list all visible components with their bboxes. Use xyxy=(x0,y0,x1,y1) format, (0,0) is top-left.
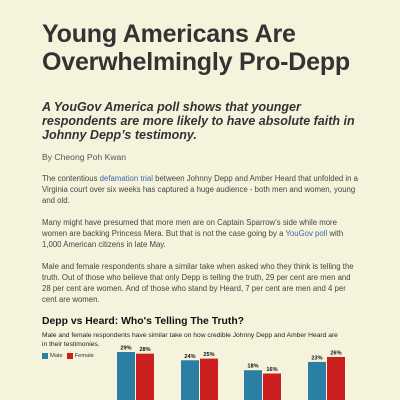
bar-chart-svg: 29% 24% 18% 23% 28% 25% 16% 26% xyxy=(117,346,345,400)
bar-female-1[interactable] xyxy=(136,353,154,400)
bar-label-female-4: 26% xyxy=(330,350,341,356)
defamation-trial-link[interactable]: defamation trial xyxy=(100,174,153,183)
paragraph-presumption: Many might have presumed that more men a… xyxy=(42,217,358,250)
chart-title: Depp vs Heard: Who's Telling The Truth? xyxy=(42,316,245,327)
bar-male-1[interactable] xyxy=(117,352,135,400)
bar-female-2[interactable] xyxy=(200,358,218,400)
bar-label-male-1: 29% xyxy=(120,346,131,352)
bar-chart: 29% 24% 18% 23% 28% 25% 16% 26% xyxy=(0,330,400,400)
bar-male-2[interactable] xyxy=(181,360,199,400)
paragraph-findings: Male and female respondents share a simi… xyxy=(42,262,354,304)
bar-female-4[interactable] xyxy=(327,356,345,400)
bar-label-male-4: 23% xyxy=(311,355,322,361)
article-headline: Young Americans Are Overwhelmingly Pro-D… xyxy=(42,20,350,76)
bar-label-female-2: 25% xyxy=(203,352,214,358)
bar-male-3[interactable] xyxy=(244,370,262,400)
article-subheadline: A YouGov America poll shows that younger… xyxy=(42,100,355,142)
bar-label-female-1: 28% xyxy=(139,347,150,353)
bar-male-4[interactable] xyxy=(308,361,326,400)
paragraph-intro: The contentious defamation trial between… xyxy=(42,173,358,206)
yougov-poll-link[interactable]: YouGov poll xyxy=(285,229,327,238)
bar-label-male-3: 18% xyxy=(247,364,258,370)
paragraph-intro-pre: The contentious xyxy=(42,174,100,183)
bar-label-female-3: 16% xyxy=(266,367,277,373)
bar-label-male-2: 24% xyxy=(184,354,195,360)
bar-female-3[interactable] xyxy=(263,373,281,400)
article-byline: By Cheong Poh Kwan xyxy=(42,152,127,162)
